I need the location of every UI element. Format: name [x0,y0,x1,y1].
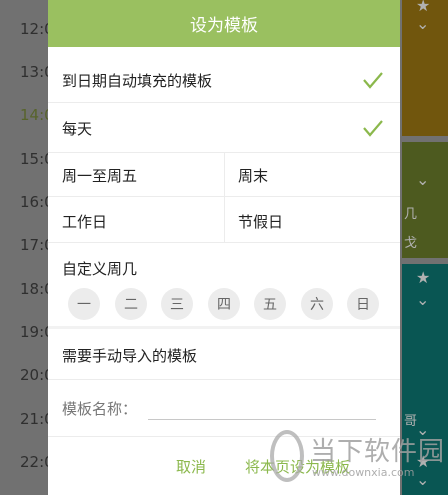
manual-import-label: 需要手动导入的模板 [62,347,198,365]
weekend-option[interactable]: 周末 [238,165,268,186]
auto-fill-option[interactable]: 到日期自动填充的模板 [48,58,400,102]
section-divider [48,326,400,329]
weekday-thu-button[interactable]: 四 [208,288,240,320]
dialog-title: 设为模板 [48,0,400,47]
divider [48,102,400,103]
watermark-url: www.downxia.com [312,466,415,479]
weekday-sat-button[interactable]: 六 [301,288,333,320]
checkmark-icon [363,72,383,89]
every-day-option[interactable]: 每天 [48,106,400,150]
watermark-logo [270,430,304,482]
vertical-divider [224,152,225,242]
weekday-mon-button[interactable]: 一 [68,288,100,320]
set-template-dialog: 设为模板 到日期自动填充的模板 每天 周一至周五 周末 工作日 节假日 自定义周… [48,0,400,495]
weekday-wed-button[interactable]: 三 [161,288,193,320]
checkmark-icon [363,120,383,137]
every-day-label: 每天 [62,119,93,138]
weekday-tue-button[interactable]: 二 [115,288,147,320]
weekdays-option[interactable]: 周一至周五 [62,165,137,186]
weekday-fri-button[interactable]: 五 [254,288,286,320]
template-name-label: 模板名称： [62,400,138,418]
weekday-sun-button[interactable]: 日 [347,288,379,320]
template-name-input[interactable] [148,394,376,420]
watermark-text: 当下软件园 [310,437,446,467]
cancel-button[interactable]: 取消 [176,456,206,477]
workday-option[interactable]: 工作日 [62,211,107,232]
custom-weekday-label: 自定义周几 [62,260,138,278]
divider [48,242,400,243]
divider [48,379,400,380]
auto-fill-label: 到日期自动填充的模板 [62,71,213,90]
holiday-option[interactable]: 节假日 [238,211,283,232]
